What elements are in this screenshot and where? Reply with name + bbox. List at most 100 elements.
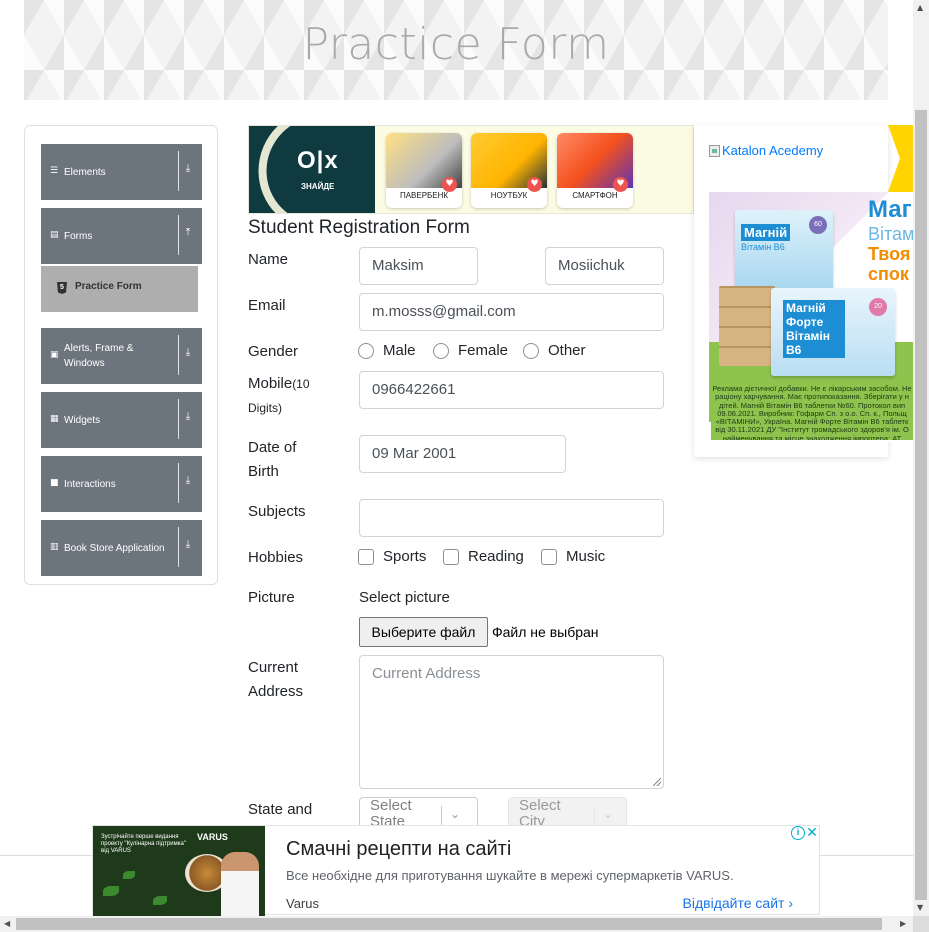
- heart-icon: ♥: [442, 177, 457, 192]
- ad-card-caption: ПАВЕРБЕНК: [399, 191, 449, 200]
- dob-label: Date of: [248, 439, 297, 456]
- varus-promo-text: Зустрічайте перше видання проекту "Кулін…: [101, 834, 186, 854]
- sidebar-group-interactions[interactable]: ■ Interactions ⤓: [41, 456, 202, 512]
- pill-count-badge: 20: [869, 298, 887, 316]
- adchoices-icon[interactable]: i: [791, 826, 805, 840]
- pill-count-badge: 60: [809, 216, 827, 234]
- checkbox-label: Reading: [468, 548, 524, 565]
- choose-file-button[interactable]: Выберите файл: [359, 617, 488, 647]
- current-address-textarea[interactable]: Current Address: [359, 655, 664, 789]
- divider: [178, 527, 179, 567]
- product-subtitle: Вітамін В6: [741, 242, 785, 252]
- visit-site-label: Відвідайте сайт: [682, 895, 785, 911]
- mobile-hint: (10: [292, 377, 310, 391]
- scroll-left-arrow-icon[interactable]: ◀: [4, 919, 10, 928]
- download-arrow-icon[interactable]: ⤓: [182, 475, 194, 486]
- gender-radio-other[interactable]: Other: [523, 342, 586, 359]
- gender-radio-female[interactable]: Female: [433, 342, 508, 359]
- vertical-scrollbar[interactable]: ▲ ▼: [913, 0, 929, 916]
- product-box-magnesium: 60 Магній Вітамін В6: [735, 210, 833, 292]
- page-viewport: Practice Form ☰ Elements ⤓ ▤ Forms ⤒ 5 P…: [0, 0, 913, 916]
- magnesium-ad[interactable]: 60 Магній Вітамін В6 20 Магній Форте Віт…: [709, 192, 913, 442]
- download-arrow-icon[interactable]: ⤓: [182, 347, 194, 358]
- divider: [178, 463, 179, 503]
- hobby-checkbox-music[interactable]: Music: [541, 548, 605, 565]
- checkbox-label: Sports: [383, 548, 427, 565]
- leaf-decoration: [123, 871, 135, 879]
- dob-label-2: Birth: [248, 463, 279, 480]
- ad-card-caption: СМАРТФОН: [572, 191, 618, 200]
- subjects-label: Subjects: [248, 503, 306, 520]
- yellow-ad-edge: [888, 125, 913, 192]
- checkbox[interactable]: [443, 548, 459, 565]
- ad-disclaimer: Реклама дієтичної добавки. Не є лікарськ…: [711, 384, 913, 440]
- olx-ad-banner[interactable]: O|x ЗНАЙДЕ ♥ ПАВЕРБЕНК ♥ НОУТБУК ♥ СМАРТ…: [248, 125, 694, 214]
- sidebar-item-practice-form[interactable]: 5 Practice Form: [41, 266, 198, 312]
- divider: [178, 399, 179, 439]
- radio-label: Male: [383, 342, 416, 359]
- hamburger-icon: ☰: [50, 166, 59, 176]
- sidebar-group-elements[interactable]: ☰ Elements ⤓: [41, 144, 202, 200]
- radio-button[interactable]: [433, 342, 449, 359]
- download-arrow-icon[interactable]: ⤓: [182, 163, 194, 174]
- horizontal-scrollbar[interactable]: ◀ ▶: [0, 916, 913, 932]
- product-name: Магній: [741, 224, 791, 241]
- sidebar-group-forms[interactable]: ▤ Forms ⤒: [41, 208, 202, 264]
- ad-headline-3: Твоя спок: [868, 244, 910, 284]
- picture-label: Picture: [248, 589, 295, 606]
- document-icon: ▤: [50, 230, 59, 240]
- scroll-right-arrow-icon[interactable]: ▶: [900, 919, 906, 928]
- mobile-hint-line2: Digits): [248, 396, 282, 420]
- wooden-blocks-image: [719, 286, 775, 366]
- resize-grip-icon[interactable]: [653, 778, 661, 786]
- visit-site-link[interactable]: Відвідайте сайт ›: [683, 895, 793, 911]
- upload-arrow-icon[interactable]: ⤒: [182, 227, 194, 238]
- subjects-input[interactable]: [359, 499, 664, 537]
- close-ad-icon[interactable]: ✕: [805, 826, 819, 840]
- mobile-label-text: Mobile: [248, 375, 293, 392]
- scroll-up-arrow-icon[interactable]: ▲: [917, 3, 923, 12]
- ad-headline-3a: Твоя: [868, 244, 911, 264]
- scroll-down-arrow-icon[interactable]: ▼: [917, 903, 923, 912]
- ad-card-laptop[interactable]: ♥ НОУТБУК: [471, 133, 547, 208]
- horizontal-scroll-thumb[interactable]: [16, 918, 882, 930]
- sidebar-group-widgets[interactable]: ▦ Widgets ⤓: [41, 392, 202, 448]
- vertical-scroll-thumb[interactable]: [915, 110, 927, 900]
- sidebar-item-label: Practice Form: [75, 281, 142, 292]
- katalon-ad-link[interactable]: Katalon Acedemy: [709, 143, 823, 158]
- name-label: Name: [248, 251, 289, 268]
- olx-tagline: ЗНАЙДЕ: [301, 182, 335, 191]
- varus-ad-headline[interactable]: Смачні рецепти на сайті: [286, 838, 511, 861]
- mobile-input[interactable]: 0966422661: [359, 371, 664, 409]
- divider: [178, 151, 179, 191]
- last-name-input[interactable]: Mosiichuk: [545, 247, 664, 285]
- download-arrow-icon[interactable]: ⤓: [182, 539, 194, 550]
- divider: [178, 335, 179, 375]
- header-banner: Practice Form: [24, 0, 888, 100]
- chevron-down-icon[interactable]: ⌄: [603, 807, 613, 821]
- ad-card-powerbank[interactable]: ♥ ПАВЕРБЕНК: [386, 133, 462, 208]
- chevron-down-icon[interactable]: ⌄: [450, 807, 460, 821]
- date-of-birth-input[interactable]: 09 Mar 2001: [359, 435, 566, 473]
- sidebar-group-book-store[interactable]: ▥ Book Store Application ⤓: [41, 520, 202, 576]
- radio-button[interactable]: [523, 342, 539, 359]
- sidebar-group-label: Forms: [64, 230, 93, 242]
- address-label: Current: [248, 659, 299, 676]
- gender-radio-male[interactable]: Male: [358, 342, 416, 359]
- email-input[interactable]: m.mosss@gmail.com: [359, 293, 664, 331]
- mobile-label: Mobile(10: [248, 372, 310, 396]
- varus-ad[interactable]: Зустрічайте перше видання проекту "Кулін…: [92, 825, 820, 916]
- radio-button[interactable]: [358, 342, 374, 359]
- hobby-checkbox-sports[interactable]: Sports: [358, 548, 426, 565]
- hobby-checkbox-reading[interactable]: Reading: [443, 548, 524, 565]
- file-status-text: Файл не выбран: [492, 624, 599, 640]
- download-arrow-icon[interactable]: ⤓: [182, 411, 194, 422]
- mobile-hint-2: Digits): [248, 401, 283, 415]
- first-name-input[interactable]: Maksim: [359, 247, 478, 285]
- checkbox[interactable]: [541, 548, 557, 565]
- checkbox[interactable]: [358, 548, 374, 565]
- checkbox-label: Music: [566, 548, 606, 565]
- ad-card-smartphone[interactable]: ♥ СМАРТФОН: [557, 133, 633, 208]
- sidebar-group-alerts[interactable]: ▣ Alerts, Frame & Windows ⤓: [41, 328, 202, 384]
- sidebar-menu: ☰ Elements ⤓ ▤ Forms ⤒ 5 Practice Form ▣…: [24, 125, 218, 585]
